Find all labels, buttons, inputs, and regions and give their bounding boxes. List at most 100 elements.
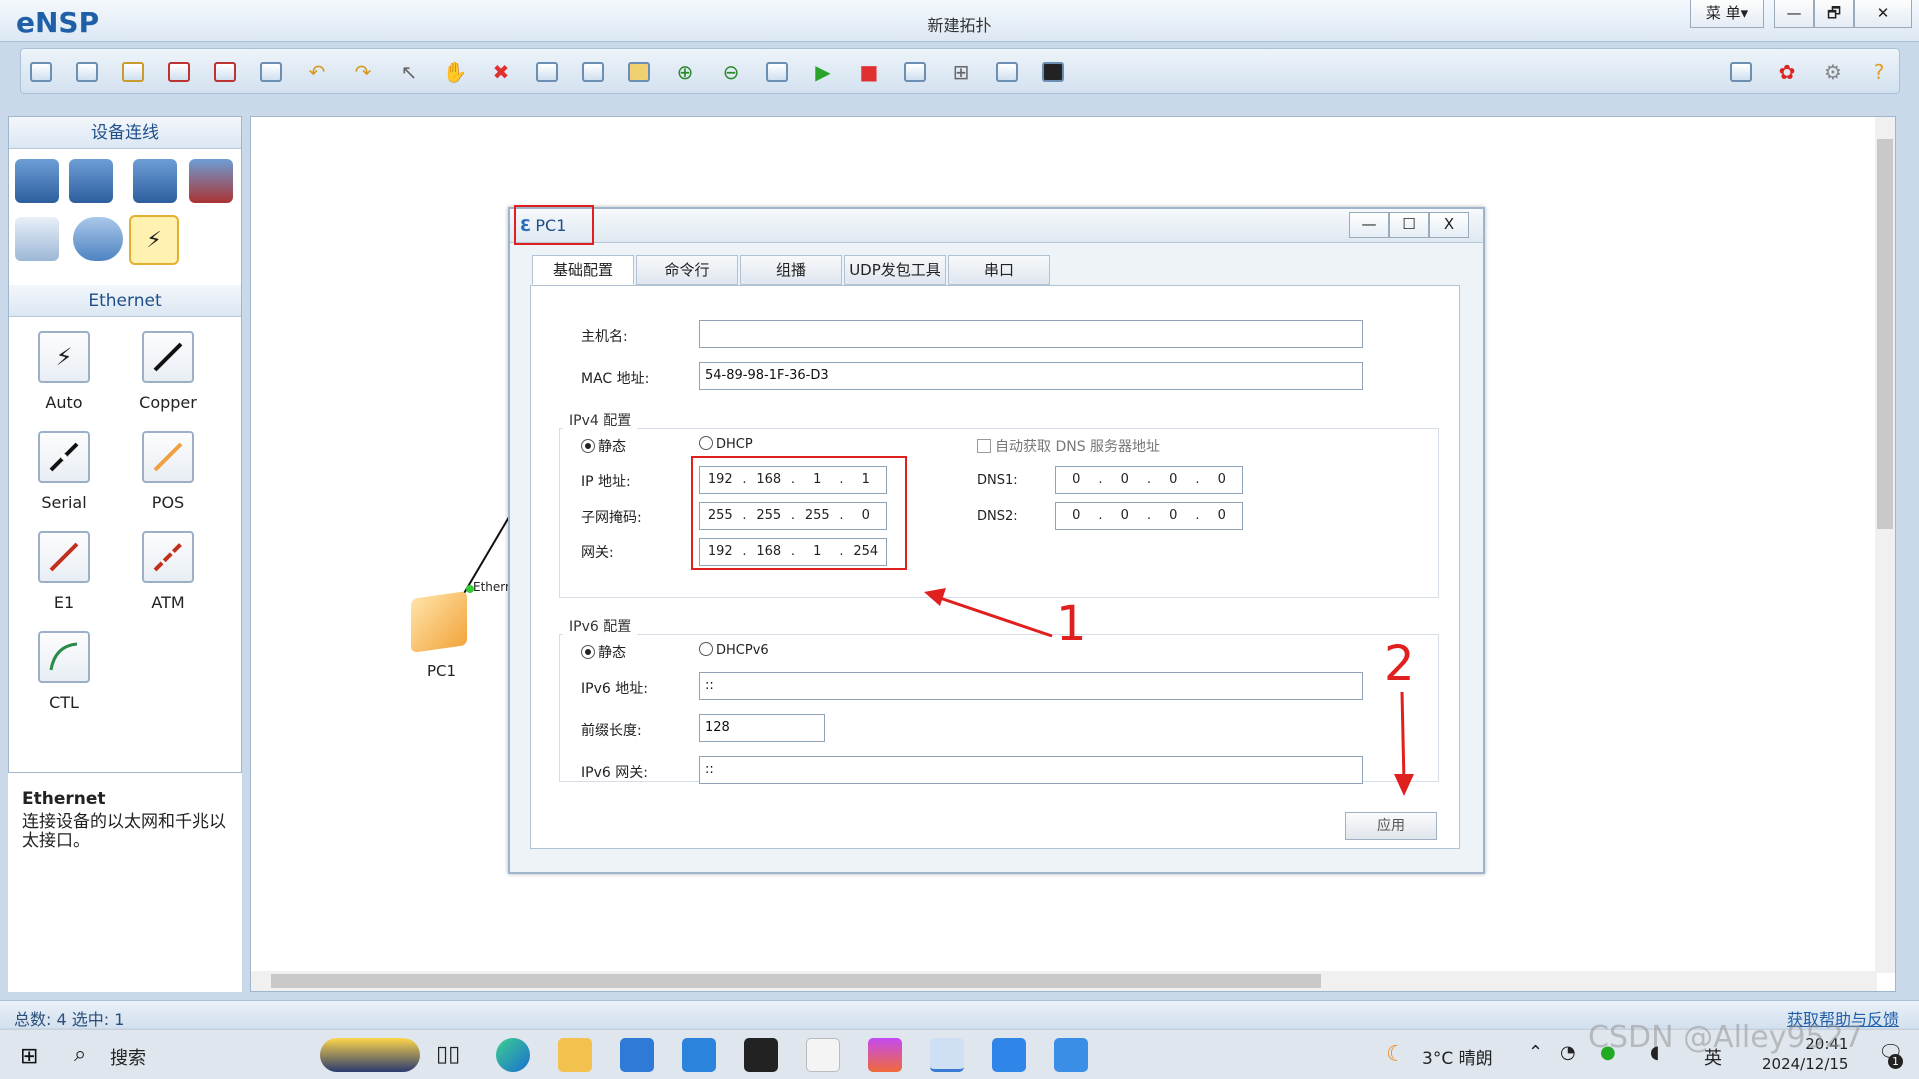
task-view-icon[interactable]: ▯▯ [436, 1042, 460, 1067]
zoom-out-icon[interactable]: ⊖ [717, 58, 745, 86]
open-icon[interactable] [119, 58, 147, 86]
link-serial[interactable]: Serial [19, 431, 109, 512]
tab-command-line[interactable]: 命令行 [636, 255, 738, 285]
dns1-input[interactable]: 0.0.0.0 [1055, 466, 1243, 494]
save-as-icon[interactable] [211, 58, 239, 86]
vertical-scroll-thumb[interactable] [1877, 139, 1893, 529]
switch-icon[interactable] [69, 159, 113, 203]
ipv6-static-option[interactable]: 静态 [581, 642, 626, 662]
auto-dns-option[interactable]: 自动获取 DNS 服务器地址 [977, 436, 1160, 456]
huawei-logo-icon[interactable]: ✿ [1773, 58, 1801, 86]
description-panel: Ethernet 连接设备的以太网和千兆以太接口。 [8, 772, 242, 992]
dialog-minimize-button[interactable]: — [1349, 212, 1389, 238]
link-atm[interactable]: ATM [123, 531, 213, 612]
link-copper[interactable]: Copper [123, 331, 213, 412]
title-bar: eNSP 新建拓扑 菜 单▾ — 🗗 ✕ [0, 0, 1919, 42]
ipv6-address-label: IPv6 地址: [581, 681, 648, 697]
dns2-input[interactable]: 0.0.0.0 [1055, 502, 1243, 530]
menu-button[interactable]: 菜 单▾ [1690, 0, 1764, 28]
text-note-icon[interactable] [579, 58, 607, 86]
restore-button[interactable]: 🗗 [1814, 0, 1854, 28]
terminal-icon[interactable] [1039, 58, 1067, 86]
tab-multicast[interactable]: 组播 [740, 255, 842, 285]
tray-network-icon[interactable]: ◔ [1560, 1042, 1576, 1063]
apply-button[interactable]: 应用 [1345, 812, 1437, 840]
store-icon[interactable] [620, 1038, 654, 1072]
prefix-length-input[interactable]: 128 [699, 714, 825, 742]
dhcp-radio-icon [699, 436, 713, 450]
pc-icon[interactable] [15, 217, 59, 261]
delete-icon[interactable]: ✖ [487, 58, 515, 86]
pc1-device-icon[interactable] [411, 591, 467, 653]
redo-icon[interactable]: ↷ [349, 58, 377, 86]
topology-icon[interactable]: ⊞ [947, 58, 975, 86]
app-icon[interactable] [868, 1038, 902, 1072]
router-icon[interactable] [15, 159, 59, 203]
ipv6-gateway-input[interactable]: :: [699, 756, 1363, 784]
ipv4-static-option[interactable]: 静态 [581, 436, 626, 456]
dhcpv6-label: DHCPv6 [716, 643, 769, 658]
grid-icon[interactable] [993, 58, 1021, 86]
label-icon[interactable] [625, 58, 653, 86]
tab-udp-tool[interactable]: UDP发包工具 [844, 255, 946, 285]
horizontal-scroll-thumb[interactable] [271, 974, 1321, 988]
firewall-icon[interactable] [189, 159, 233, 203]
capture-icon[interactable] [901, 58, 929, 86]
new-file-icon[interactable] [73, 58, 101, 86]
search-icon[interactable]: ⌕ [74, 1042, 86, 1067]
select-pointer-icon[interactable]: ↖ [395, 58, 423, 86]
typora-icon[interactable] [806, 1038, 840, 1072]
dialog-title-bar[interactable]: ℇ PC1 — ☐ X [510, 209, 1483, 243]
dhcpv6-option[interactable]: DHCPv6 [699, 642, 769, 658]
connection-icon[interactable]: ⚡ [129, 215, 179, 265]
tray-chevron-icon[interactable]: ⌃ [1528, 1042, 1543, 1063]
hostname-label: 主机名: [581, 329, 628, 345]
edge-icon[interactable] [496, 1038, 530, 1072]
weather-temp[interactable]: 3°C 晴朗 [1422, 1044, 1493, 1069]
dialog-maximize-button[interactable]: ☐ [1389, 212, 1429, 238]
fit-view-icon[interactable] [763, 58, 791, 86]
chat-app-icon[interactable] [992, 1038, 1026, 1072]
link-label: E1 [53, 593, 75, 612]
horizontal-scrollbar[interactable] [251, 971, 1877, 991]
link-ctl[interactable]: CTL [19, 631, 109, 712]
chat-icon[interactable] [1727, 58, 1755, 86]
link-auto[interactable]: ⚡ Auto [19, 331, 109, 412]
help-icon[interactable]: ? [1865, 58, 1893, 86]
dns2-octet: 0 [1169, 508, 1178, 523]
gear-icon[interactable]: ⚙ [1819, 58, 1847, 86]
mac-input[interactable]: 54-89-98-1F-36-D3 [699, 362, 1363, 390]
dialog-close-button[interactable]: X [1429, 212, 1469, 238]
vertical-scrollbar[interactable] [1875, 117, 1895, 973]
stop-device-icon[interactable]: ■ [855, 58, 883, 86]
tab-serial[interactable]: 串口 [948, 255, 1050, 285]
ipv4-dhcp-option[interactable]: DHCP [699, 436, 753, 452]
print-icon[interactable] [257, 58, 285, 86]
wlan-icon[interactable] [133, 159, 177, 203]
remote-app-icon[interactable] [1054, 1038, 1088, 1072]
new-topology-icon[interactable] [27, 58, 55, 86]
tab-basic-config[interactable]: 基础配置 [532, 255, 634, 285]
hostname-input[interactable] [699, 320, 1363, 348]
undo-icon[interactable]: ↶ [303, 58, 331, 86]
dns1-octet: 0 [1072, 472, 1081, 487]
delete-link-icon[interactable] [533, 58, 561, 86]
cloud-icon[interactable] [73, 217, 123, 261]
notion-icon[interactable] [744, 1038, 778, 1072]
link-pos[interactable]: POS [123, 431, 213, 512]
start-device-icon[interactable]: ▶ [809, 58, 837, 86]
link-e1[interactable]: E1 [19, 531, 109, 612]
ipv6-address-input[interactable]: :: [699, 672, 1363, 700]
save-icon[interactable] [165, 58, 193, 86]
file-explorer-icon[interactable] [558, 1038, 592, 1072]
dns2-octet: 0 [1217, 508, 1226, 523]
taskbar-search-label[interactable]: 搜索 [110, 1044, 146, 1070]
hand-pan-icon[interactable]: ✋ [441, 58, 469, 86]
windows-start-icon[interactable]: ⊞ [20, 1044, 38, 1069]
ensp-taskbar-icon[interactable] [930, 1038, 964, 1072]
minimize-button[interactable]: — [1774, 0, 1814, 28]
mail-icon[interactable] [682, 1038, 716, 1072]
close-button[interactable]: ✕ [1854, 0, 1912, 28]
zoom-in-icon[interactable]: ⊕ [671, 58, 699, 86]
weather-widget-icon[interactable] [320, 1038, 420, 1072]
